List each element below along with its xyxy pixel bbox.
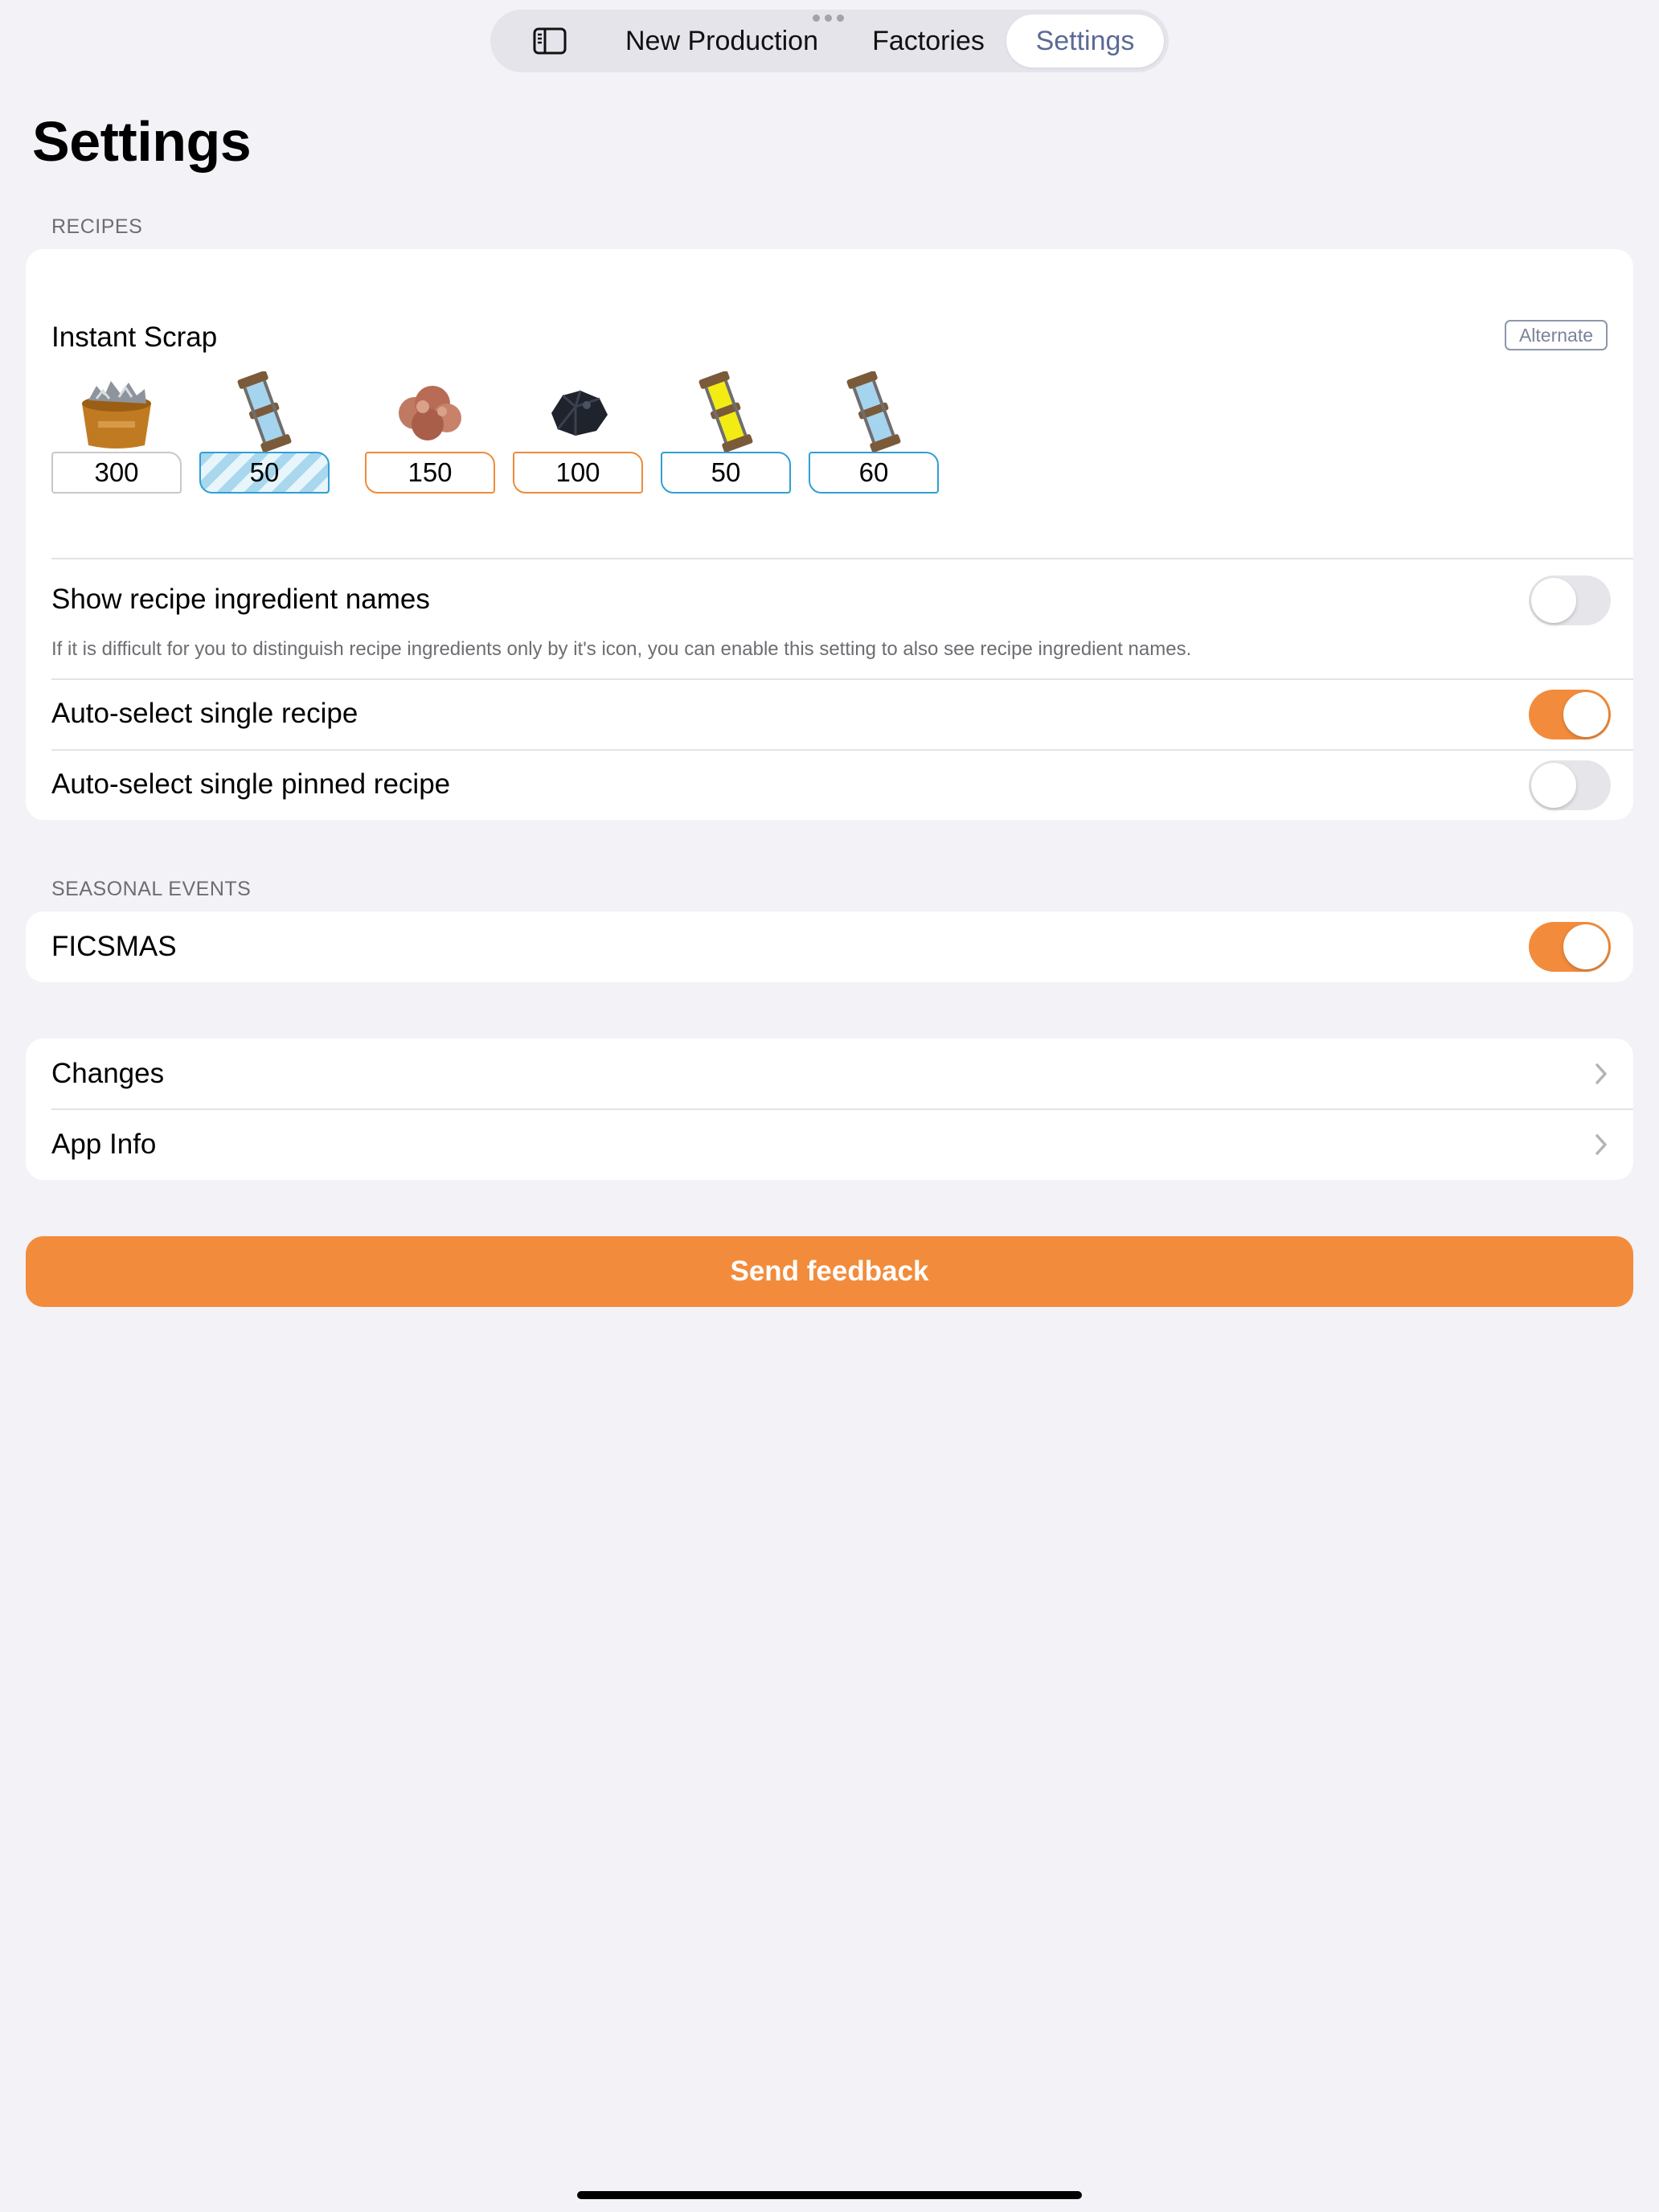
chevron-right-icon — [1596, 1063, 1607, 1084]
auto-select-single-recipe-toggle[interactable] — [1529, 690, 1611, 739]
ingredient-item: 150 — [365, 371, 495, 497]
settings-page: New Production Factories Settings Settin… — [0, 0, 1659, 2212]
ingredient-amount: 100 — [513, 452, 643, 494]
seasonal-events-section-header: SEASONAL EVENTS — [51, 878, 252, 900]
tab-settings[interactable]: Settings — [1006, 14, 1164, 68]
send-feedback-button[interactable]: Send feedback — [26, 1236, 1633, 1307]
divider — [51, 678, 1633, 680]
recipes-card: Instant Scrap Alternate 300 50 150 100 5… — [26, 249, 1633, 820]
auto-select-pinned-recipe-toggle[interactable] — [1529, 760, 1611, 810]
ingredient-item: 300 — [51, 371, 182, 497]
sidebar-icon — [533, 27, 567, 55]
bauxite-ore-icon — [399, 386, 461, 440]
sulfuric-acid-canister-icon — [698, 371, 753, 452]
changes-label: Changes — [51, 1058, 165, 1089]
seasonal-events-card: FICSMAS — [26, 911, 1633, 982]
auto-select-single-recipe-label: Auto-select single recipe — [51, 698, 358, 729]
coal-icon — [551, 390, 608, 436]
divider — [51, 749, 1633, 751]
ingredient-item: 100 — [513, 371, 643, 497]
app-info-label: App Info — [51, 1129, 157, 1160]
show-ingredient-names-footnote: If it is difficult for you to distinguis… — [51, 638, 1192, 660]
ingredient-amount: 50 — [661, 452, 791, 494]
show-ingredient-names-toggle[interactable] — [1529, 576, 1611, 625]
ingredient-amount: 60 — [809, 452, 939, 494]
auto-select-pinned-recipe-label: Auto-select single pinned recipe — [51, 768, 451, 800]
tab-new-production[interactable]: New Production — [603, 10, 841, 72]
ingredient-item: 50 — [661, 371, 791, 497]
links-card: Changes App Info — [26, 1038, 1633, 1180]
multitasking-grabber-icon[interactable] — [813, 14, 844, 22]
ficsmas-label: FICSMAS — [51, 931, 177, 962]
tab-factories[interactable]: Factories — [844, 10, 1013, 72]
recipe-name: Instant Scrap — [51, 322, 218, 353]
home-indicator[interactable] — [577, 2191, 1082, 2199]
recipes-section-header: RECIPES — [51, 215, 143, 238]
ingredient-item: 60 — [809, 371, 939, 497]
sidebar-toggle-button[interactable] — [510, 10, 590, 72]
ficsmas-toggle[interactable] — [1529, 922, 1611, 972]
scrap-bucket-icon — [82, 381, 151, 449]
ingredient-item: 50 — [199, 371, 330, 497]
ingredient-amount: 300 — [51, 452, 182, 494]
water-canister-icon — [237, 371, 292, 452]
changes-row[interactable]: Changes — [26, 1038, 1633, 1109]
page-title: Settings — [32, 110, 252, 173]
chevron-right-icon — [1596, 1134, 1607, 1155]
ingredient-amount: 50 — [199, 452, 330, 494]
divider — [51, 558, 1633, 559]
app-info-row[interactable]: App Info — [26, 1109, 1633, 1180]
ingredient-amount: 150 — [365, 452, 495, 494]
alternate-badge: Alternate — [1505, 320, 1608, 350]
show-ingredient-names-label: Show recipe ingredient names — [51, 584, 430, 615]
water-canister-icon — [846, 371, 901, 452]
